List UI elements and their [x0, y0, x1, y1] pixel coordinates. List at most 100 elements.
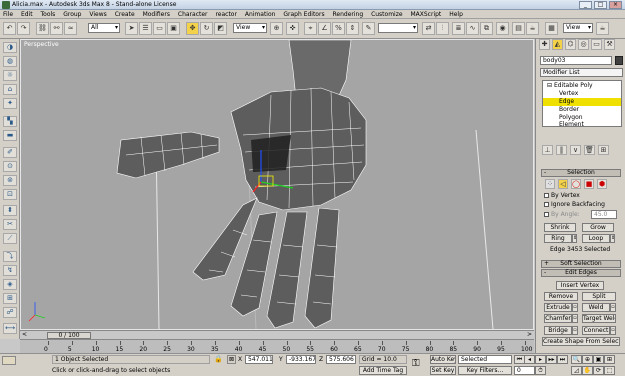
utilities-tab-icon[interactable]: ⚒: [604, 39, 615, 50]
select-by-name-icon[interactable]: ☰: [139, 22, 152, 35]
hierarchy-tab-icon[interactable]: ⌬: [565, 39, 576, 50]
loop-spinner[interactable]: ⇕: [610, 234, 615, 243]
x-coordinate-field[interactable]: 547.011: [245, 355, 273, 364]
render-type-icon[interactable]: ▦: [545, 22, 558, 35]
helpers-icon[interactable]: ✦: [3, 98, 17, 109]
create-shape-button[interactable]: Create Shape From Selection: [542, 337, 620, 346]
maxscript-listener-icon[interactable]: [2, 356, 16, 365]
selection-rollout-header[interactable]: - Selection: [541, 169, 621, 177]
ring-spinner[interactable]: ⇕: [572, 234, 577, 243]
go-to-end-icon[interactable]: ⏭: [557, 355, 568, 364]
next-frame-icon[interactable]: >: [527, 331, 532, 339]
menu-views[interactable]: Views: [86, 10, 109, 19]
pan-icon[interactable]: ✋: [582, 366, 593, 375]
menu-maxscript[interactable]: MAXScript: [407, 10, 444, 19]
menu-tools[interactable]: Tools: [38, 10, 59, 19]
weld-settings-icon[interactable]: ▫: [610, 303, 616, 312]
quick-render-icon[interactable]: ☕: [526, 22, 539, 35]
chamfer-button[interactable]: Chamfer: [544, 314, 572, 323]
graphite-icon[interactable]: ▬: [3, 130, 17, 141]
layer-manager-icon[interactable]: ≣: [452, 22, 465, 35]
z-coordinate-field[interactable]: 575.606: [326, 355, 356, 364]
chamfer-settings-icon[interactable]: ▫: [572, 314, 578, 323]
rect-selection-icon[interactable]: ▭: [153, 22, 166, 35]
slice-icon[interactable]: ⟋: [3, 233, 17, 244]
menu-reactor[interactable]: reactor: [212, 10, 240, 19]
select-similar-icon[interactable]: ⊙: [3, 161, 17, 172]
create-tab-icon[interactable]: ✚: [539, 39, 550, 50]
connect-icon[interactable]: ⊡: [3, 189, 17, 200]
stack-item-edge[interactable]: Edge: [543, 98, 621, 106]
fov-icon[interactable]: ◿: [571, 366, 582, 375]
show-end-result-icon[interactable]: ‖: [556, 145, 567, 155]
select-scale-icon[interactable]: ◩: [214, 22, 227, 35]
track-bar[interactable]: 0 5 10 15 20 25 30 35 40 45 50 55 60 65 70 75 80 85 90 95 10…: [20, 339, 534, 353]
object-name-field[interactable]: body03: [540, 56, 612, 65]
menu-rendering[interactable]: Rendering: [330, 10, 367, 19]
edge-mode-icon[interactable]: ◁: [558, 179, 568, 189]
redo-icon[interactable]: ↷: [17, 22, 30, 35]
menu-help[interactable]: Help: [446, 10, 466, 19]
connect-settings-icon[interactable]: ▫: [610, 326, 616, 335]
zoom-extents-icon[interactable]: ▣: [593, 355, 604, 364]
symmetry-icon[interactable]: ⟷: [3, 323, 17, 334]
twist-icon[interactable]: ↯: [3, 265, 17, 276]
insert-vertex-button[interactable]: Insert Vertex: [556, 281, 604, 290]
by-angle-checkbox[interactable]: By Angle:: [544, 210, 580, 219]
menu-graph-editors[interactable]: Graph Editors: [280, 10, 327, 19]
render-scene-icon[interactable]: ▤: [512, 22, 525, 35]
key-icon[interactable]: ⚿: [412, 358, 420, 369]
selection-filter-dropdown[interactable]: All: [88, 23, 120, 33]
bridge-button[interactable]: Bridge: [544, 326, 572, 335]
cameras-icon[interactable]: ⌂: [3, 84, 17, 95]
make-unique-icon[interactable]: ∨: [570, 145, 581, 155]
stack-item-element[interactable]: Element: [543, 122, 621, 128]
cut-icon[interactable]: ✂: [3, 219, 17, 230]
quick-render-active-icon[interactable]: ☕: [596, 22, 609, 35]
curve-editor-icon[interactable]: ∿: [466, 22, 479, 35]
menu-modifiers[interactable]: Modifiers: [140, 10, 173, 19]
auto-key-button[interactable]: Auto Key: [430, 355, 456, 364]
skin-icon[interactable]: ☍: [3, 307, 17, 318]
configure-sets-icon[interactable]: ⊞: [598, 145, 609, 155]
prev-frame-icon[interactable]: <: [22, 331, 27, 339]
menu-group[interactable]: Group: [60, 10, 84, 19]
modify-tab-icon[interactable]: ◭: [552, 39, 563, 50]
bend-icon[interactable]: ⤵: [3, 251, 17, 262]
time-slider[interactable]: 0 / 100 < >: [20, 330, 534, 339]
menu-file[interactable]: File: [0, 10, 16, 19]
connect-button[interactable]: Connect: [582, 326, 610, 335]
arc-rotate-icon[interactable]: ⟳: [593, 366, 604, 375]
material-editor-icon[interactable]: ◉: [496, 22, 509, 35]
select-rotate-icon[interactable]: ↻: [200, 22, 213, 35]
menu-animation[interactable]: Animation: [242, 10, 279, 19]
align-icon[interactable]: ⫶: [436, 22, 449, 35]
window-crossing-icon[interactable]: ▣: [167, 22, 180, 35]
extrude-settings-icon[interactable]: ▫: [572, 303, 578, 312]
unlink-icon[interactable]: ⚯: [50, 22, 63, 35]
pivot-center-icon[interactable]: ⊕: [270, 22, 283, 35]
lights-icon[interactable]: ☼: [3, 70, 17, 81]
time-slider-knob[interactable]: 0 / 100: [47, 332, 91, 339]
weld-button[interactable]: Weld: [582, 303, 610, 312]
soft-selection-rollout-header[interactable]: + Soft Selection: [541, 260, 621, 268]
weld-icon[interactable]: ⊚: [3, 175, 17, 186]
remove-button[interactable]: Remove: [544, 292, 578, 301]
viewport-label[interactable]: Perspective: [24, 41, 59, 48]
schematic-view-icon[interactable]: ⧉: [480, 22, 493, 35]
lock-selection-icon[interactable]: 🔒: [214, 355, 223, 364]
add-time-tag-button[interactable]: Add Time Tag: [359, 366, 407, 375]
maximize-button[interactable]: □: [594, 1, 607, 9]
absolute-mode-icon[interactable]: ⊠: [227, 355, 236, 364]
ignore-backfacing-checkbox[interactable]: Ignore Backfacing: [544, 200, 605, 209]
maximize-viewport-icon[interactable]: ⬚: [604, 366, 615, 375]
zoom-extents-all-icon[interactable]: ⊞: [604, 355, 615, 364]
edit-edges-rollout-header[interactable]: - Edit Edges: [541, 269, 621, 277]
link-icon[interactable]: ⛓: [36, 22, 49, 35]
geosphere-icon[interactable]: ◍: [3, 56, 17, 67]
render-view-dropdown[interactable]: View: [563, 23, 593, 33]
current-frame-field[interactable]: 0: [514, 366, 535, 375]
extrude-icon[interactable]: ⬍: [3, 205, 17, 216]
target-weld-button[interactable]: Target Weld: [582, 314, 616, 323]
percent-snap-icon[interactable]: %: [332, 22, 345, 35]
